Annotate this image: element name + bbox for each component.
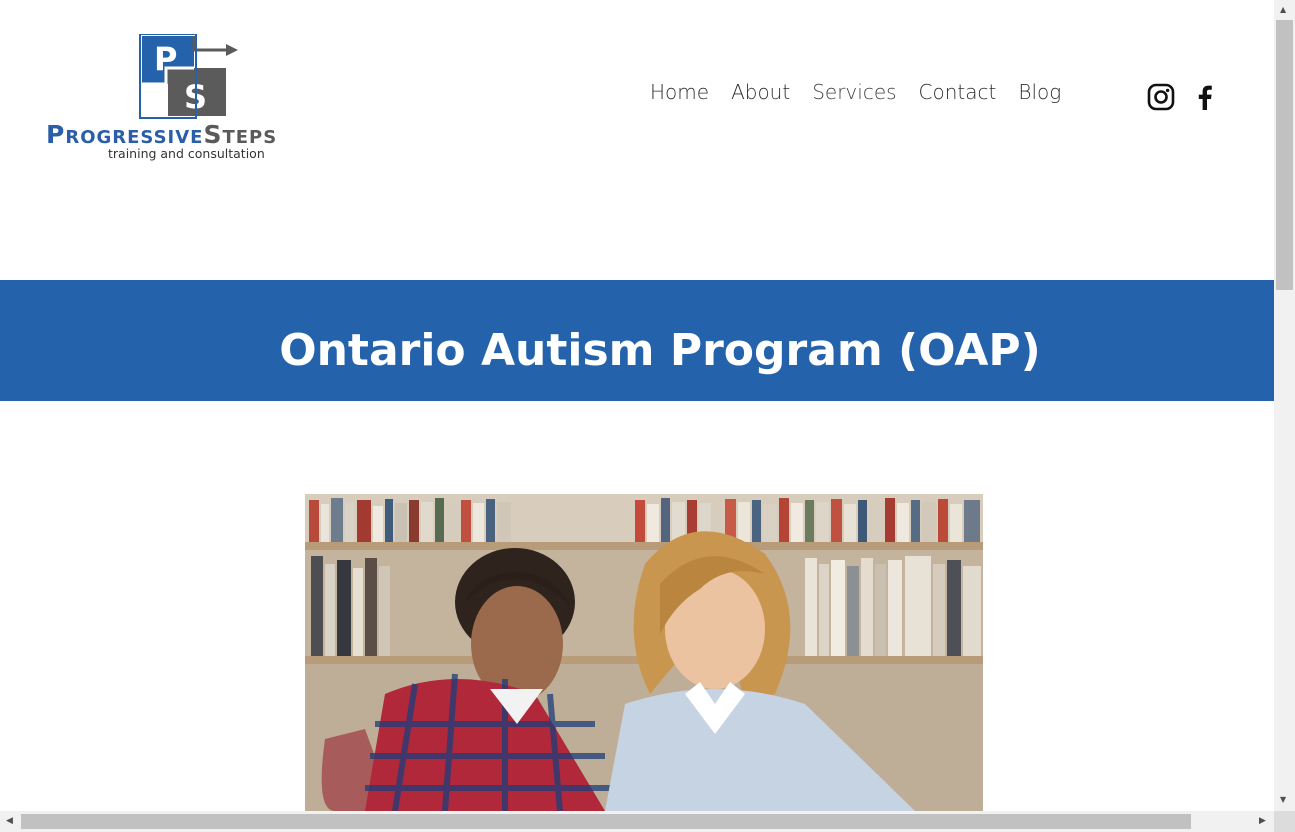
nav-home[interactable]: Home bbox=[650, 80, 709, 104]
tutor-and-student-photo bbox=[305, 494, 983, 811]
ps-logo-mark: P S bbox=[139, 34, 238, 119]
page: P S PROGRESSIVESTEPS training and consul… bbox=[0, 0, 1274, 811]
page-banner: Ontario Autism Program (OAP) bbox=[0, 280, 1274, 401]
svg-text:P: P bbox=[154, 40, 177, 78]
nav-contact[interactable]: Contact bbox=[919, 80, 997, 104]
scroll-right-arrow-icon[interactable]: ▶ bbox=[1259, 816, 1266, 826]
vertical-scroll-thumb[interactable] bbox=[1276, 20, 1293, 290]
instagram-icon[interactable] bbox=[1146, 82, 1176, 112]
scroll-down-arrow-icon[interactable]: ▼ bbox=[1280, 796, 1286, 804]
horizontal-scroll-thumb[interactable] bbox=[21, 814, 1191, 829]
horizontal-scrollbar[interactable]: ◀ ▶ bbox=[0, 811, 1274, 832]
social-links bbox=[1146, 82, 1234, 112]
main-nav: Home About Services Contact Blog bbox=[650, 80, 1083, 104]
facebook-icon[interactable] bbox=[1190, 82, 1220, 112]
page-title: Ontario Autism Program (OAP) bbox=[279, 325, 1041, 376]
logo-tagline: training and consultation bbox=[108, 146, 265, 161]
nav-about[interactable]: About bbox=[731, 80, 790, 104]
vertical-scrollbar[interactable]: ▲ ▼ bbox=[1274, 0, 1295, 811]
scrollbar-corner bbox=[1274, 811, 1295, 832]
nav-blog[interactable]: Blog bbox=[1018, 80, 1061, 104]
scroll-up-arrow-icon[interactable]: ▲ bbox=[1280, 6, 1286, 14]
logo-wordmark: PROGRESSIVESTEPS bbox=[46, 120, 278, 149]
nav-services[interactable]: Services bbox=[812, 80, 896, 104]
progressive-steps-logo[interactable]: P S PROGRESSIVESTEPS training and consul… bbox=[40, 28, 340, 168]
scroll-left-arrow-icon[interactable]: ◀ bbox=[6, 816, 13, 826]
